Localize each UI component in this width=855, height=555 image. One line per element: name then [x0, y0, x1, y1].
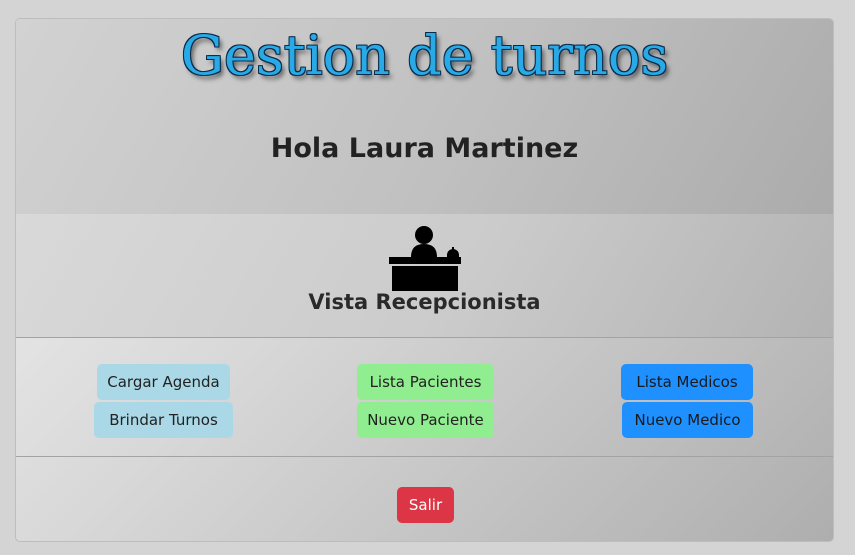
divider	[16, 456, 833, 457]
brindar-turnos-button[interactable]: Brindar Turnos	[94, 402, 233, 438]
nuevo-paciente-button[interactable]: Nuevo Paciente	[357, 402, 494, 438]
logout-button[interactable]: Salir	[397, 487, 454, 523]
user-greeting: Hola Laura Martinez	[270, 133, 579, 164]
main-card: Gestion de turnos Hola Laura Martinez Vi…	[15, 18, 834, 542]
lista-pacientes-button[interactable]: Lista Pacientes	[357, 364, 494, 400]
view-title: Vista Recepcionista	[308, 290, 541, 314]
nuevo-medico-button[interactable]: Nuevo Medico	[622, 402, 753, 438]
page-title: Gestion de turnos	[180, 24, 669, 87]
divider	[16, 337, 833, 338]
header-section: Gestion de turnos Hola Laura Martinez	[16, 19, 833, 214]
view-section: Vista Recepcionista	[16, 214, 833, 337]
lista-medicos-button[interactable]: Lista Medicos	[621, 364, 753, 400]
cargar-agenda-button[interactable]: Cargar Agenda	[97, 364, 230, 400]
receptionist-desk-icon	[389, 226, 461, 291]
